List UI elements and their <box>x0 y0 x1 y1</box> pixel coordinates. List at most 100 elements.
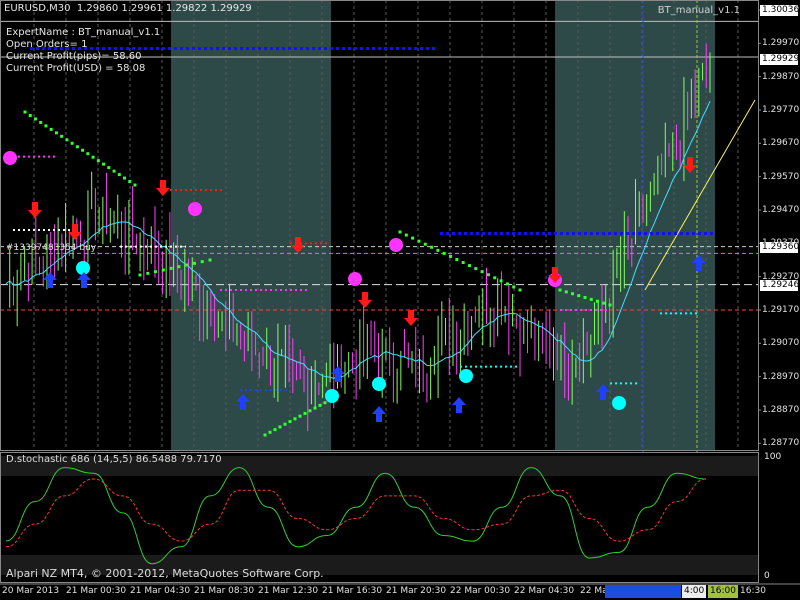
stochastic-panel <box>0 452 758 583</box>
time-axis-label: 16:30 <box>740 586 766 596</box>
time-axis-label: 22 Mar 04:30 <box>514 586 575 596</box>
green-dot <box>298 414 302 418</box>
blue-dot <box>372 47 375 50</box>
blue-dot <box>608 232 611 235</box>
signal-circle <box>3 151 17 165</box>
blue-dot <box>482 232 485 235</box>
green-dot <box>169 266 173 270</box>
blue-dot <box>396 47 399 50</box>
blue-dot <box>108 47 111 50</box>
time-axis-label: 21 Mar 12:30 <box>258 586 319 596</box>
blue-dot <box>494 232 497 235</box>
time-axis-label: 21 Mar 16:30 <box>322 586 383 596</box>
blue-dot <box>572 232 575 235</box>
green-dot <box>33 117 37 121</box>
blue-dot <box>390 47 393 50</box>
blue-dot <box>228 47 231 50</box>
blue-dot <box>150 47 153 50</box>
blue-dot <box>458 232 461 235</box>
blue-dot <box>168 47 171 50</box>
blue-dot <box>692 232 695 235</box>
signal-circle <box>459 369 473 383</box>
blue-dot <box>186 47 189 50</box>
green-dot <box>44 124 48 128</box>
green-dot <box>49 127 53 131</box>
blue-dot <box>264 47 267 50</box>
green-dot <box>499 279 503 283</box>
session-band-0 <box>171 0 331 450</box>
green-dot <box>417 239 421 243</box>
green-dot <box>313 406 317 410</box>
blue-dot <box>246 47 249 50</box>
green-dot <box>138 273 142 277</box>
info-profit-usd: Current Profit(USD) = 58.08 <box>6 63 146 74</box>
price-tag-order: 1.29360 <box>760 242 800 253</box>
blue-dot <box>710 232 713 235</box>
blue-dot <box>500 232 503 235</box>
signal-circle <box>389 238 403 252</box>
blue-dot <box>518 232 521 235</box>
blue-dot <box>632 232 635 235</box>
blue-dot <box>408 47 411 50</box>
green-dot <box>288 420 292 424</box>
green-dot <box>430 245 434 249</box>
blue-dot <box>464 232 467 235</box>
green-dot <box>303 411 307 415</box>
green-dot <box>423 242 427 246</box>
buy-arrow-icon <box>452 397 466 413</box>
blue-dot <box>530 232 533 235</box>
price-axis-label: 1.29070 <box>762 338 800 349</box>
stoch-scale-low: 0 <box>764 571 770 581</box>
blue-dot <box>650 232 653 235</box>
price-tag-top: 1.30036 <box>760 5 800 16</box>
blue-dot <box>132 47 135 50</box>
green-dot <box>177 265 181 269</box>
time-highlight-box <box>605 585 681 598</box>
green-dot <box>39 120 43 124</box>
blue-dot <box>342 47 345 50</box>
green-dot <box>107 166 111 170</box>
green-dot <box>86 152 90 156</box>
price-chart[interactable] <box>0 0 800 600</box>
blue-dot <box>384 47 387 50</box>
blue-dot <box>216 47 219 50</box>
green-dot <box>154 270 158 274</box>
green-dot <box>564 290 568 294</box>
green-dot <box>293 417 297 421</box>
blue-dot <box>276 47 279 50</box>
price-tag-line: 1.29246 <box>760 280 800 291</box>
symbol-label: EURUSD,M30 <box>4 3 71 14</box>
signal-circle <box>372 377 386 391</box>
green-dot <box>602 301 606 305</box>
blue-dot <box>584 232 587 235</box>
green-dot <box>283 422 287 426</box>
order-line-label[interactable]: #13397483354 buy <box>6 242 96 254</box>
price-axis-label: 1.29670 <box>762 138 800 149</box>
blue-dot <box>644 232 647 235</box>
time-axis-label: 21 Mar 00:30 <box>66 586 127 596</box>
green-dot <box>398 230 402 234</box>
buy-arrow-icon <box>331 366 345 382</box>
blue-dot <box>440 232 443 235</box>
session-bands <box>171 0 715 450</box>
blue-dot <box>488 232 491 235</box>
sell-arrow-icon <box>68 224 82 240</box>
copyright-footer: Alpari NZ MT4, © 2001-2012, MetaQuotes S… <box>6 567 324 580</box>
green-dot <box>486 273 490 277</box>
green-dot <box>323 401 327 405</box>
green-dot <box>102 162 106 166</box>
blue-dot <box>204 47 207 50</box>
price-axis-label: 1.29870 <box>762 71 800 82</box>
blue-dot <box>548 232 551 235</box>
blue-dot <box>336 47 339 50</box>
green-dot <box>96 159 100 163</box>
price-axis-label: 1.28870 <box>762 405 800 415</box>
price-tag-current: 1.29929 <box>760 54 800 65</box>
stoch-scale-high: 100 <box>764 452 782 462</box>
green-dot <box>81 148 85 152</box>
blue-dot <box>162 47 165 50</box>
blue-dot <box>402 47 405 50</box>
green-dot <box>608 303 612 307</box>
blue-dot <box>578 232 581 235</box>
time-tag-1: 4:00 <box>682 585 707 598</box>
